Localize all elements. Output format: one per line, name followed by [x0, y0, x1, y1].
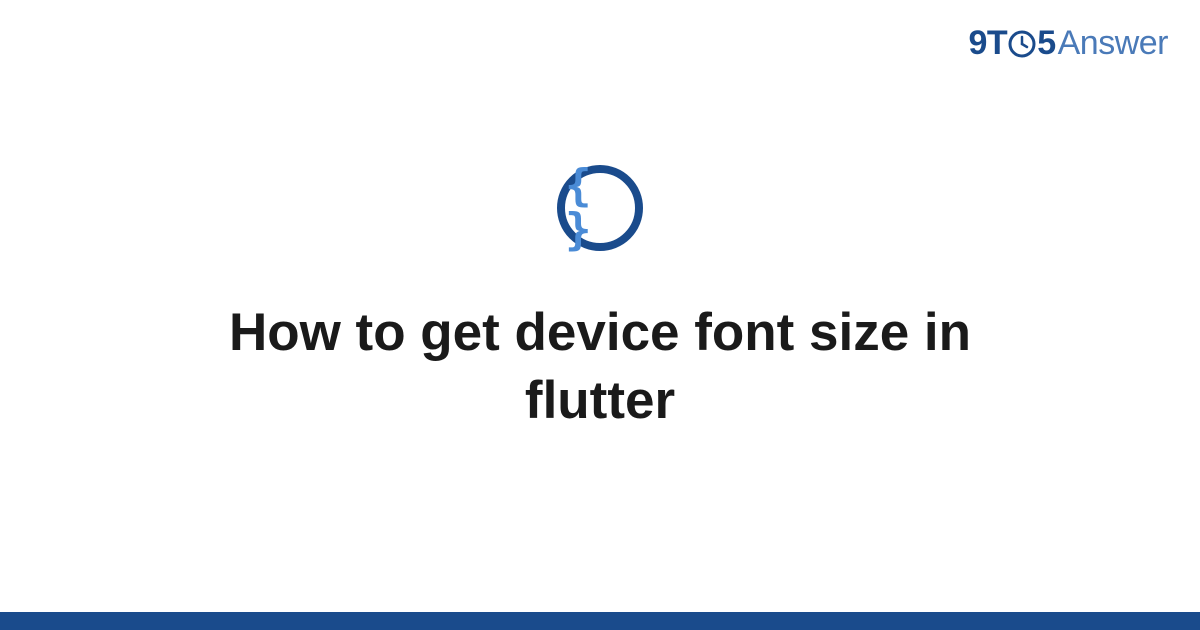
page-title: How to get device font size in flutter [120, 299, 1080, 435]
braces-glyph: { } [565, 164, 635, 252]
code-braces-icon: { } [557, 165, 643, 251]
footer-bar [0, 612, 1200, 630]
main-content: { } How to get device font size in flutt… [0, 0, 1200, 630]
